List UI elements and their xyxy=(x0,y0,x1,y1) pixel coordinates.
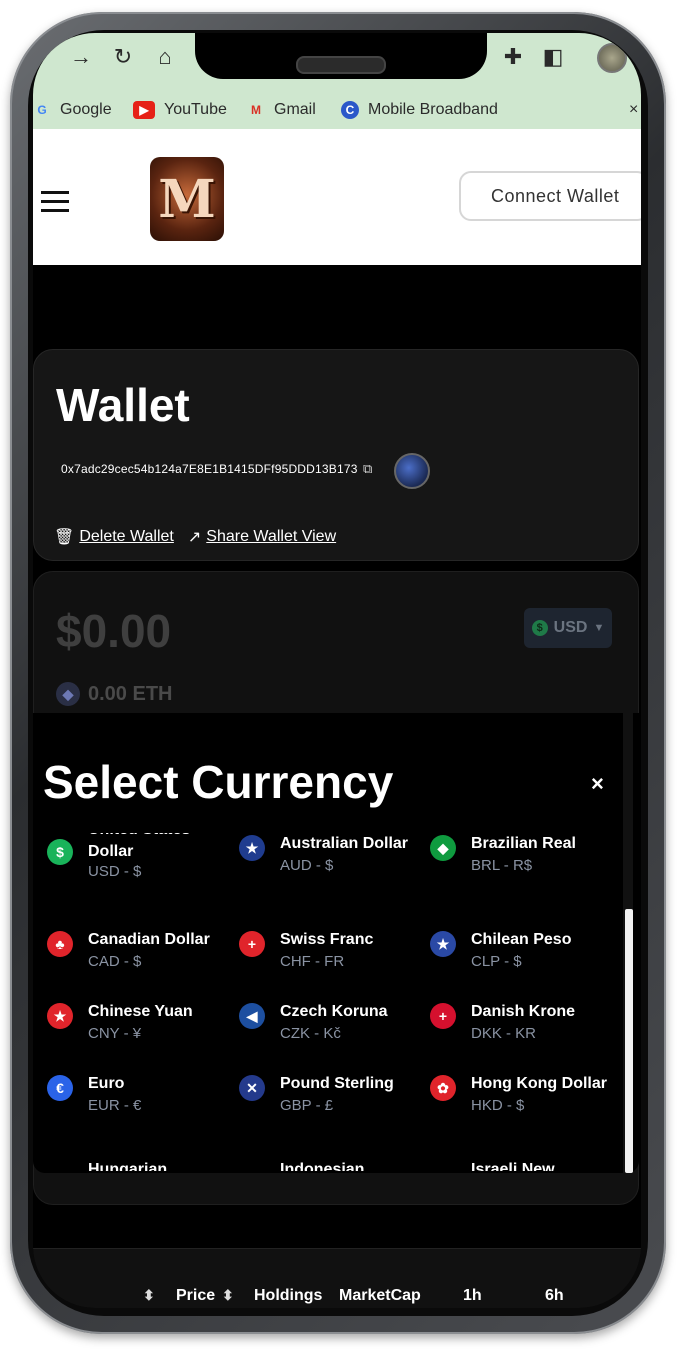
copy-icon[interactable]: ⧉ xyxy=(363,461,372,477)
currency-name: Hong Kong Dollar xyxy=(471,1075,607,1092)
currency-grid: $ United States Dollar USD - $ ★ Australian … xyxy=(47,833,607,1171)
site-header: M Connect Wallet xyxy=(33,129,641,265)
scrollbar-thumb[interactable] xyxy=(625,909,633,1173)
currency-code: CHF - FR xyxy=(280,953,345,970)
delete-wallet-label: Delete Wallet xyxy=(79,528,174,545)
currency-code: AUD - $ xyxy=(280,857,334,874)
currency-name: United States Dollar xyxy=(88,833,190,860)
column-header-price[interactable]: Price xyxy=(176,1287,215,1305)
modal-title: Select Currency xyxy=(43,756,394,808)
chevron-down-icon: ▼ xyxy=(593,622,605,634)
sort-icon[interactable]: ⬍ xyxy=(222,1287,234,1304)
eth-balance: ◆ 0.00 ETH xyxy=(56,682,172,706)
wallet-card: Wallet 0x7adc29cec54b124a7E8E1B1415DFf95… xyxy=(33,349,639,561)
swiss-flag-icon: + xyxy=(239,931,265,957)
close-icon[interactable]: × xyxy=(591,771,604,797)
currency-code: CNY - ¥ xyxy=(88,1025,142,1042)
delete-wallet-link[interactable]: 🗑 Delete Wallet xyxy=(54,527,174,547)
dollar-icon: $ xyxy=(47,839,73,865)
wallet-address: 0x7adc29cec54b124a7E8E1B1415DFf95DDD13B1… xyxy=(61,462,358,476)
profile-avatar[interactable] xyxy=(597,43,627,73)
share-wallet-label: Share Wallet View xyxy=(206,528,337,545)
china-flag-icon: ★ xyxy=(47,1003,73,1029)
column-header-1h[interactable]: 1h xyxy=(463,1287,482,1305)
forward-icon[interactable]: → xyxy=(67,43,95,71)
currency-select-value: USD xyxy=(553,619,588,636)
bookmark-label: Mobile Broadband xyxy=(368,101,498,118)
currency-name: Euro xyxy=(88,1075,125,1092)
canada-flag-icon: ♣ xyxy=(47,931,73,957)
currency-code: EUR - € xyxy=(88,1097,142,1114)
currency-code: USD - $ xyxy=(88,863,142,880)
sort-icon[interactable]: ⬍ xyxy=(143,1287,155,1304)
bookmarks-bar: G Google ▶ YouTube M Gmail C Mobile Broa… xyxy=(33,91,641,130)
wallet-avatar xyxy=(394,453,430,489)
currency-name: Pound Sterling xyxy=(280,1075,394,1092)
currency-code: HKD - $ xyxy=(471,1097,525,1114)
trash-icon: 🗑 xyxy=(54,529,75,546)
bookmark-label: Gmail xyxy=(274,101,316,118)
column-header-6h[interactable]: 6h xyxy=(545,1287,564,1305)
uk-flag-icon: ✕ xyxy=(239,1075,265,1101)
column-header-holdings[interactable]: Holdings xyxy=(254,1287,322,1305)
external-link-icon: ↗ xyxy=(187,529,202,546)
chile-flag-icon: ★ xyxy=(430,931,456,957)
ethereum-icon: ◆ xyxy=(56,682,80,706)
currency-code: CLP - $ xyxy=(471,953,522,970)
extensions-icon[interactable]: ✚ xyxy=(499,43,527,71)
select-currency-modal: Select Currency × $ United States Dollar U… xyxy=(33,713,639,1173)
bookmark-gmail[interactable]: M Gmail xyxy=(247,91,316,129)
wallet-actions: 🗑 Delete Wallet ↗ Share Wallet View xyxy=(54,527,336,547)
currency-name: Swiss Franc xyxy=(280,931,374,948)
euro-icon: € xyxy=(47,1075,73,1101)
brazil-flag-icon: ◆ xyxy=(430,835,456,861)
connect-wallet-button[interactable]: Connect Wallet xyxy=(459,171,641,221)
currency-name: Chilean Peso xyxy=(471,931,572,948)
denmark-flag-icon: + xyxy=(430,1003,456,1029)
czech-flag-icon: ◀ xyxy=(239,1003,265,1029)
menu-icon[interactable] xyxy=(41,191,69,213)
currency-code: GBP - £ xyxy=(280,1097,334,1114)
reload-icon[interactable]: ↻ xyxy=(109,43,137,71)
wallet-title: Wallet xyxy=(56,379,190,431)
bookmark-broadband[interactable]: C Mobile Broadband xyxy=(341,91,498,129)
phone-screen: → ↻ ⌂ ✚ ◧ G Google ▶ YouTube M Gmail C M… xyxy=(33,33,641,1308)
column-header-marketcap[interactable]: MarketCap xyxy=(339,1287,421,1305)
bookmark-youtube[interactable]: ▶ YouTube xyxy=(133,91,227,129)
currency-code: CZK - Kč xyxy=(280,1025,341,1042)
gmail-icon: M xyxy=(251,103,261,117)
australia-flag-icon: ★ xyxy=(239,835,265,861)
currency-name: Danish Krone xyxy=(471,1003,576,1020)
dollar-icon: $ xyxy=(531,620,548,636)
google-icon: G xyxy=(37,103,47,117)
currency-select[interactable]: $ USD ▼ xyxy=(524,608,612,648)
bookmark-label: Google xyxy=(60,101,112,118)
broadband-icon: C xyxy=(341,101,359,119)
site-logo[interactable]: M xyxy=(150,157,224,241)
currency-name: Canadian Dollar xyxy=(88,931,210,948)
currency-name: Czech Koruna xyxy=(280,1003,388,1020)
currency-name: Indonesian xyxy=(280,1161,365,1171)
balance-amount: $0.00 xyxy=(56,605,172,657)
share-wallet-link[interactable]: ↗ Share Wallet View xyxy=(188,527,336,547)
side-panel-icon[interactable]: ◧ xyxy=(539,43,567,71)
phone-speaker xyxy=(296,56,386,74)
youtube-icon: ▶ xyxy=(133,101,155,119)
home-icon[interactable]: ⌂ xyxy=(151,43,179,71)
currency-name: Chinese Yuan xyxy=(88,1003,193,1020)
bookmarks-overflow-icon[interactable]: × xyxy=(629,91,638,129)
currency-name: Israeli New xyxy=(471,1161,555,1171)
logo-letter: M xyxy=(158,168,216,230)
currency-code: CAD - $ xyxy=(88,953,142,970)
currency-name: Hungarian xyxy=(88,1161,168,1171)
currency-code: DKK - KR xyxy=(471,1025,537,1042)
bookmark-label: YouTube xyxy=(164,101,227,118)
hongkong-flag-icon: ✿ xyxy=(430,1075,456,1101)
table-header: ⬍ Price ⬍ Holdings MarketCap 1h 6h xyxy=(33,1248,641,1308)
currency-name: Australian Dollar xyxy=(280,835,409,852)
currency-name: Brazilian Real xyxy=(471,835,576,852)
bookmark-google[interactable]: G Google xyxy=(33,91,112,129)
eth-balance-value: 0.00 ETH xyxy=(88,682,173,705)
currency-code: BRL - R$ xyxy=(471,857,533,874)
